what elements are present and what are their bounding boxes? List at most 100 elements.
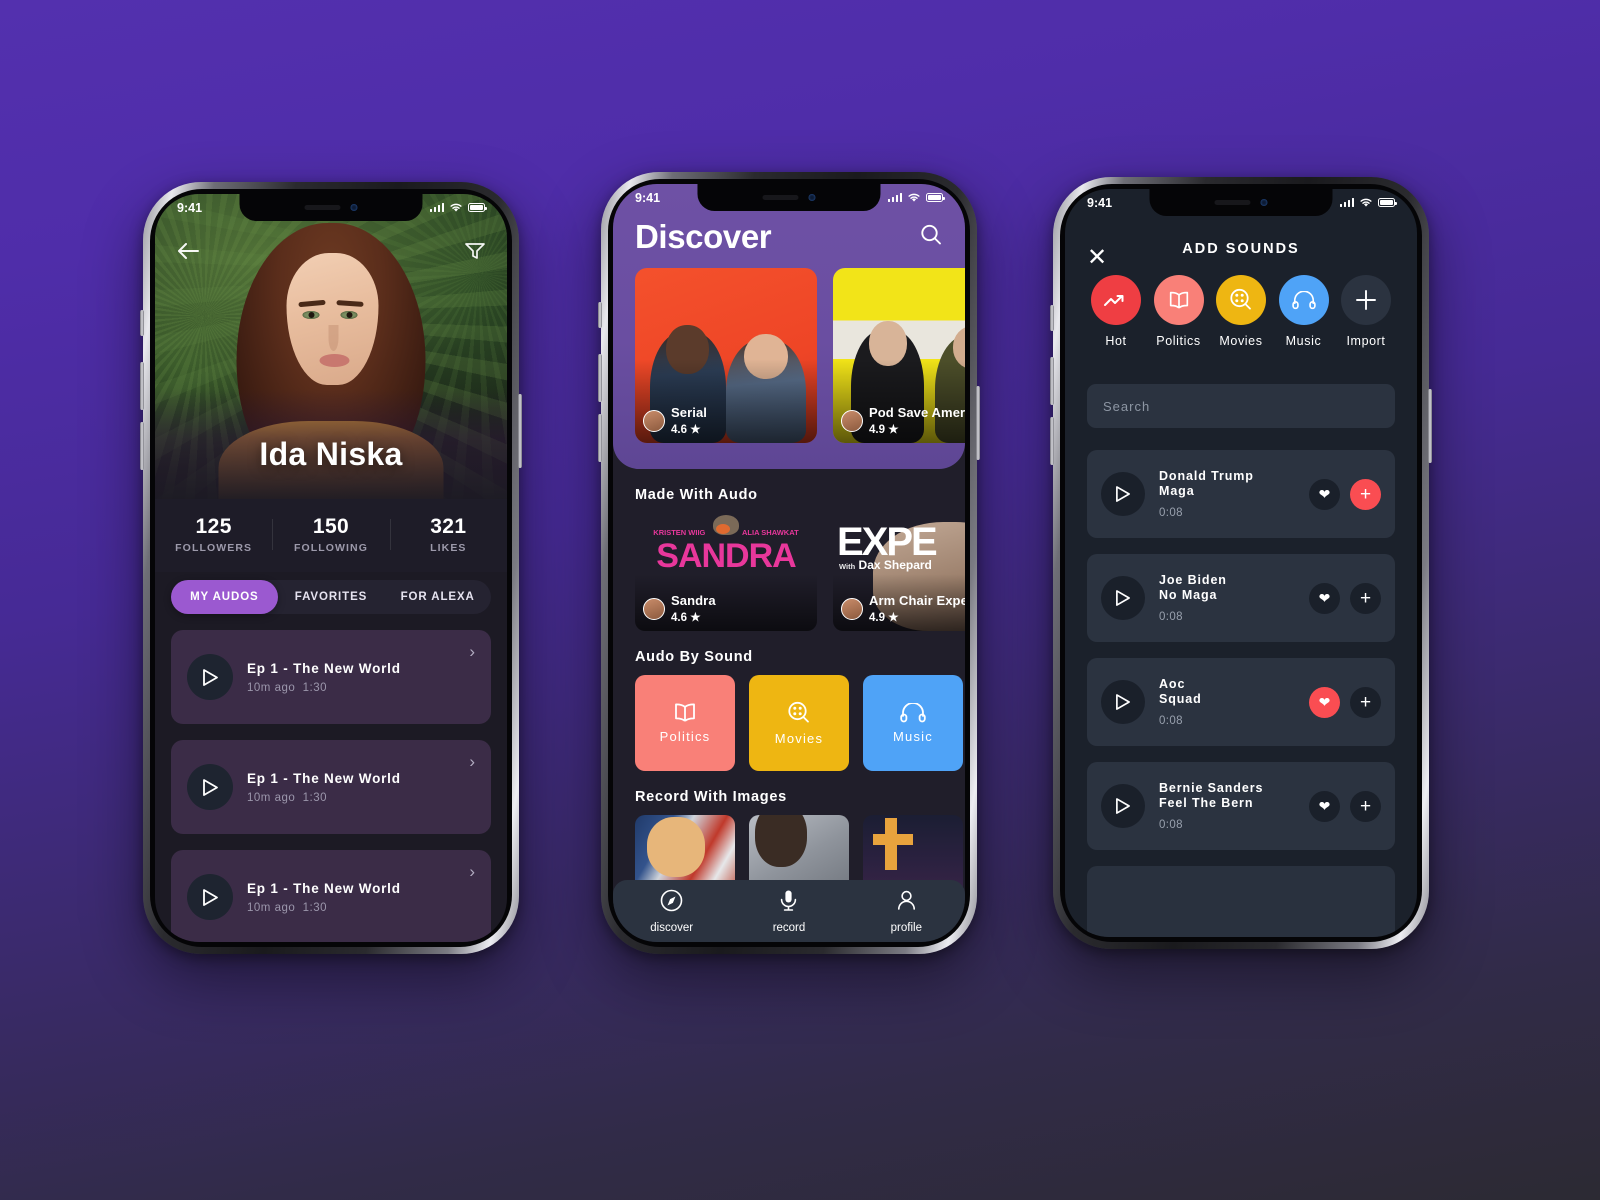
featured-card[interactable]: Pod Save Ameri 4.9 ★ <box>833 268 965 443</box>
search-icon[interactable] <box>919 223 943 252</box>
like-button[interactable]: ❤ <box>1309 582 1340 614</box>
tab-for-alexa[interactable]: FOR ALEXA <box>384 580 491 614</box>
volume-down-button[interactable] <box>1050 417 1054 465</box>
list-item[interactable]: Bernie Sanders Feel The Bern 0:08 ❤ + <box>1087 762 1395 850</box>
category-label: Import <box>1346 334 1386 348</box>
like-button[interactable]: ❤ <box>1309 686 1340 718</box>
audo-card[interactable]: KRISTEN WIIG ALIA SHAWKAT SANDRA Sandra … <box>635 513 817 631</box>
play-button[interactable] <box>187 874 233 920</box>
audo-name: Sandra <box>671 593 716 608</box>
play-button[interactable] <box>1101 784 1145 828</box>
category-label: Music <box>1285 334 1322 348</box>
episode-duration: 1:30 <box>302 791 328 804</box>
power-button[interactable] <box>1428 389 1432 463</box>
book-icon <box>675 703 695 722</box>
episode-title: Ep 1 - The New World <box>247 770 401 786</box>
episode-title: Ep 1 - The New World <box>247 880 401 896</box>
heart-icon: ❤ <box>1318 486 1331 502</box>
tab-profile[interactable]: profile <box>848 888 965 934</box>
chevron-right-icon[interactable]: › <box>469 642 475 662</box>
play-button[interactable] <box>1101 680 1145 724</box>
add-button[interactable]: + <box>1350 582 1381 614</box>
chevron-right-icon[interactable]: › <box>469 752 475 772</box>
tab-favorites[interactable]: FAVORITES <box>278 580 385 614</box>
tab-record[interactable]: record <box>730 888 847 934</box>
category-import[interactable]: Import <box>1337 275 1395 348</box>
list-item[interactable]: Joe Biden No Maga 0:08 ❤ + <box>1087 554 1395 642</box>
wifi-icon <box>1360 198 1372 207</box>
sound-category-movies[interactable]: Movies <box>749 675 849 771</box>
art-sub-small: With <box>839 561 856 571</box>
play-icon <box>1116 694 1130 710</box>
play-button[interactable] <box>1101 576 1145 620</box>
status-bar: 9:41 <box>155 194 507 221</box>
heart-icon: ❤ <box>1318 694 1331 710</box>
avatar <box>643 409 665 432</box>
list-item[interactable]: Ep 1 - The New World 10m ago 1:30 › <box>171 740 491 834</box>
featured-card[interactable]: Serial 4.6 ★ <box>635 268 817 443</box>
mute-switch[interactable] <box>140 310 144 336</box>
chevron-right-icon[interactable]: › <box>469 862 475 882</box>
sound-phrase: Maga <box>1159 484 1195 498</box>
list-item[interactable]: Aoc Squad 0:08 ❤ + <box>1087 658 1395 746</box>
made-with-audo-carousel[interactable]: KRISTEN WIIG ALIA SHAWKAT SANDRA Sandra … <box>613 513 965 631</box>
sound-phrase: No Maga <box>1159 588 1218 602</box>
page-title: Ida Niska <box>259 436 403 472</box>
rating-value: 4.9 <box>869 424 885 436</box>
power-button[interactable] <box>976 386 980 460</box>
stat-followers[interactable]: 125 FOLLOWERS <box>155 515 272 554</box>
add-button[interactable]: + <box>1350 790 1381 822</box>
stat-following[interactable]: 150 FOLLOWING <box>272 515 389 554</box>
volume-up-button[interactable] <box>1050 357 1054 405</box>
episode-duration: 1:30 <box>302 901 328 914</box>
play-icon <box>202 888 218 906</box>
category-movies[interactable]: Movies <box>1212 275 1270 348</box>
audo-card[interactable]: EXPE With Dax Shepard Arm Chair Expe 4.9… <box>833 513 965 631</box>
wifi-icon <box>908 193 920 202</box>
list-item[interactable]: Ep 1 - The New World 10m ago 1:30 › <box>171 630 491 724</box>
play-button[interactable] <box>187 764 233 810</box>
page-title: Discover <box>635 218 772 255</box>
tab-discover[interactable]: discover <box>613 888 730 934</box>
add-button[interactable]: + <box>1350 686 1381 718</box>
sound-category-label: Movies <box>774 730 824 746</box>
plus-icon <box>1356 290 1376 310</box>
sound-category-politics[interactable]: Politics <box>635 675 735 771</box>
featured-carousel[interactable]: Serial 4.6 ★ Pod Save Ameri 4.9 ★ <box>613 268 965 469</box>
category-hot[interactable]: Hot <box>1087 275 1145 348</box>
power-button[interactable] <box>518 394 522 468</box>
episode-ago: 10m ago <box>247 681 296 694</box>
stat-label: FOLLOWERS <box>175 542 253 554</box>
phone-profile: 9:41 Ida Niska 125 FOLLOWERS 150 FOLLOWI… <box>140 182 522 954</box>
stat-likes[interactable]: 321 LIKES <box>389 515 507 554</box>
sound-category-row[interactable]: Politics Movies Music <box>613 675 965 771</box>
person-icon <box>897 890 915 910</box>
volume-down-button[interactable] <box>140 422 144 470</box>
sound-category-music[interactable]: Music <box>863 675 963 771</box>
play-button[interactable] <box>1101 472 1145 516</box>
plus-icon: + <box>1359 795 1372 817</box>
cellular-icon <box>887 193 902 202</box>
volume-up-button[interactable] <box>140 362 144 410</box>
category-label: Politics <box>1156 334 1201 348</box>
like-button[interactable]: ❤ <box>1309 478 1340 510</box>
search-field-wrapper[interactable] <box>1087 384 1395 428</box>
arrow-left-icon[interactable] <box>177 242 199 265</box>
filter-icon[interactable] <box>465 242 485 265</box>
category-politics[interactable]: Politics <box>1150 275 1208 348</box>
list-item[interactable]: Ep 1 - The New World 10m ago 1:30 › <box>171 850 491 942</box>
play-button[interactable] <box>187 654 233 700</box>
mute-switch[interactable] <box>1050 305 1054 331</box>
volume-up-button[interactable] <box>598 354 602 402</box>
like-button[interactable]: ❤ <box>1309 790 1340 822</box>
sound-duration: 0:08 <box>1159 507 1183 519</box>
sound-name: Bernie Sanders <box>1159 781 1264 795</box>
list-item[interactable]: Donald Trump Maga 0:08 ❤ + <box>1087 450 1395 538</box>
volume-down-button[interactable] <box>598 414 602 462</box>
list-item-partial[interactable] <box>1087 866 1395 937</box>
tab-my-audos[interactable]: MY AUDOS <box>171 580 278 614</box>
category-music[interactable]: Music <box>1275 275 1333 348</box>
mute-switch[interactable] <box>598 302 602 328</box>
search-input[interactable] <box>1103 398 1379 414</box>
add-button[interactable]: + <box>1350 478 1381 510</box>
